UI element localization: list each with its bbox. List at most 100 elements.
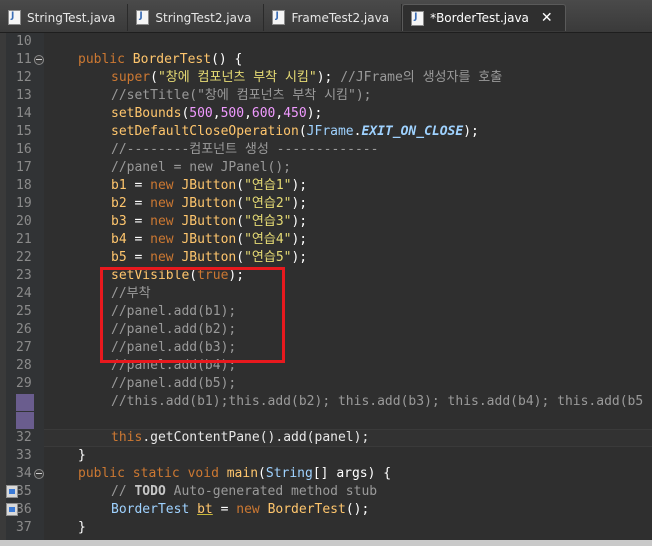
tab-label: StringTest2.java xyxy=(155,10,252,25)
tab-label: *BorderTest.java xyxy=(430,11,529,25)
code-punctuation: } xyxy=(78,520,86,535)
code-text: public static void main(String[] args) { xyxy=(78,465,391,483)
comment: //panel = new JPanel(); xyxy=(111,160,292,175)
code-line: 32 this.getContentPane().add(panel); xyxy=(0,429,652,447)
comment: //부착 xyxy=(111,286,151,301)
close-icon[interactable]: ✕ xyxy=(541,10,553,26)
keyword: new xyxy=(236,502,260,517)
keyword: new xyxy=(150,232,174,247)
todo-tag: TODO xyxy=(134,484,166,499)
code-punctuation: ); xyxy=(291,232,308,247)
code-punctuation: (); xyxy=(345,502,370,517)
string-literal: "연습4" xyxy=(244,232,292,247)
line-number: 20 xyxy=(16,214,32,229)
line-number: 23 xyxy=(16,268,32,283)
line-number: 25 xyxy=(16,304,32,319)
eclipse-editor-window: StringTest.java StringTest2.java FrameTe… xyxy=(0,0,652,546)
class-name: String xyxy=(265,466,313,481)
code-line: 10 xyxy=(0,33,652,51)
line-number: 24 xyxy=(16,286,32,301)
code-line: //this.add(b1);this.add(b2); this.add(b3… xyxy=(0,393,652,411)
keyword: public xyxy=(78,52,125,67)
code-punctuation: , xyxy=(212,106,221,121)
method-name: main xyxy=(226,466,259,481)
line-number: 15 xyxy=(16,124,32,139)
comment-prefix: // xyxy=(111,484,135,499)
code-text: b4 = new JButton("연습4"); xyxy=(111,231,307,249)
number-literal: 500 xyxy=(220,106,245,121)
class-name: JButton xyxy=(181,232,237,247)
code-line xyxy=(0,411,652,429)
code-punctuation: ( xyxy=(298,124,307,139)
code-text: b2 = new JButton("연습2"); xyxy=(111,195,307,213)
code-punctuation: } xyxy=(78,448,86,463)
code-line: 26 //panel.add(b2); xyxy=(0,321,652,339)
variable: b2 xyxy=(111,196,127,211)
code-punctuation: ); xyxy=(291,214,308,229)
constructor-name: BorderTest xyxy=(132,52,212,67)
code-punctuation: ( xyxy=(236,250,245,265)
code-line: 28 //panel.add(b4); xyxy=(0,357,652,375)
line-number: 36 xyxy=(16,502,32,517)
tab-bordertest[interactable]: *BorderTest.java ✕ xyxy=(402,4,566,31)
code-punctuation: = xyxy=(212,502,237,517)
code-line: 14 setBounds(500,500,600,450); xyxy=(0,105,652,123)
code-punctuation: ); xyxy=(291,178,308,193)
number-literal: 600 xyxy=(251,106,276,121)
keyword: public xyxy=(78,466,125,481)
comment: //--------컴포넌트 생성 ------------- xyxy=(111,142,379,157)
line-number: 22 xyxy=(16,250,32,265)
line-number: 19 xyxy=(16,196,32,211)
code-editor[interactable]: 10 11 public BorderTest() { 12 super("창에… xyxy=(0,33,652,546)
code-line: 25 //panel.add(b1); xyxy=(0,303,652,321)
code-text: this.getContentPane().add(panel); xyxy=(111,429,369,447)
code-line: 29 //panel.add(b5); xyxy=(0,375,652,393)
comment: //panel.add(b1); xyxy=(111,304,237,319)
code-line: 34 public static void main(String[] args… xyxy=(0,465,652,483)
method-call: setDefaultCloseOperation xyxy=(111,124,299,139)
occurrence-marker xyxy=(16,412,34,429)
line-number: 10 xyxy=(16,34,32,49)
string-literal: "연습2" xyxy=(244,196,292,211)
line-number: 26 xyxy=(16,322,32,337)
string-literal: "연습5" xyxy=(244,250,292,265)
line-number: 35 xyxy=(16,484,32,499)
code-punctuation: = xyxy=(126,250,151,265)
code-punctuation: = xyxy=(126,232,151,247)
code-punctuation: ); xyxy=(463,124,479,139)
comment: //this.add(b1);this.add(b2); this.add(b3… xyxy=(111,394,644,409)
fold-minus-icon[interactable] xyxy=(34,469,44,479)
code-text: super("창에 컴포넌츠 부착 시킴"); //JFrame의 생성자를 호… xyxy=(111,69,502,87)
java-file-icon xyxy=(8,10,21,25)
comment: // TODO Auto-generated method stub xyxy=(111,483,377,501)
comment: //JFrame의 생성자를 호출 xyxy=(340,70,503,85)
code-line: 21 b4 = new JButton("연습4"); xyxy=(0,231,652,249)
code-text: setVisible(true); xyxy=(111,267,244,285)
line-number: 16 xyxy=(16,142,32,157)
horizontal-scrollbar[interactable] xyxy=(0,540,652,546)
code-text: setBounds(500,500,600,450); xyxy=(111,105,322,123)
tab-stringtest[interactable]: StringTest.java xyxy=(0,4,129,31)
code-line: 24 //부착 xyxy=(0,285,652,303)
line-number: 14 xyxy=(16,106,32,121)
class-name: BorderTest xyxy=(111,502,190,517)
line-number: 27 xyxy=(16,340,32,355)
code-punctuation: ( xyxy=(258,466,266,481)
tab-frametest2[interactable]: FrameTest2.java xyxy=(264,4,403,31)
code-line: 20 b3 = new JButton("연습3"); xyxy=(0,213,652,231)
code-line: 35 // TODO Auto-generated method stub xyxy=(0,483,652,501)
line-number: 28 xyxy=(16,358,32,373)
fold-minus-icon[interactable] xyxy=(34,55,44,65)
code-text: public BorderTest() { xyxy=(78,51,242,69)
line-number: 21 xyxy=(16,232,32,247)
code-line: 19 b2 = new JButton("연습2"); xyxy=(0,195,652,213)
tab-stringtest2[interactable]: StringTest2.java xyxy=(128,4,265,31)
string-literal: "연습1" xyxy=(244,178,292,193)
java-file-icon xyxy=(136,10,150,25)
code-punctuation: ); xyxy=(291,196,308,211)
code-punctuation: ); xyxy=(228,268,245,283)
number-literal: 500 xyxy=(189,106,213,121)
class-name: JButton xyxy=(181,250,237,265)
code-line: 37 } xyxy=(0,519,652,537)
code-punctuation: ); xyxy=(291,250,308,265)
